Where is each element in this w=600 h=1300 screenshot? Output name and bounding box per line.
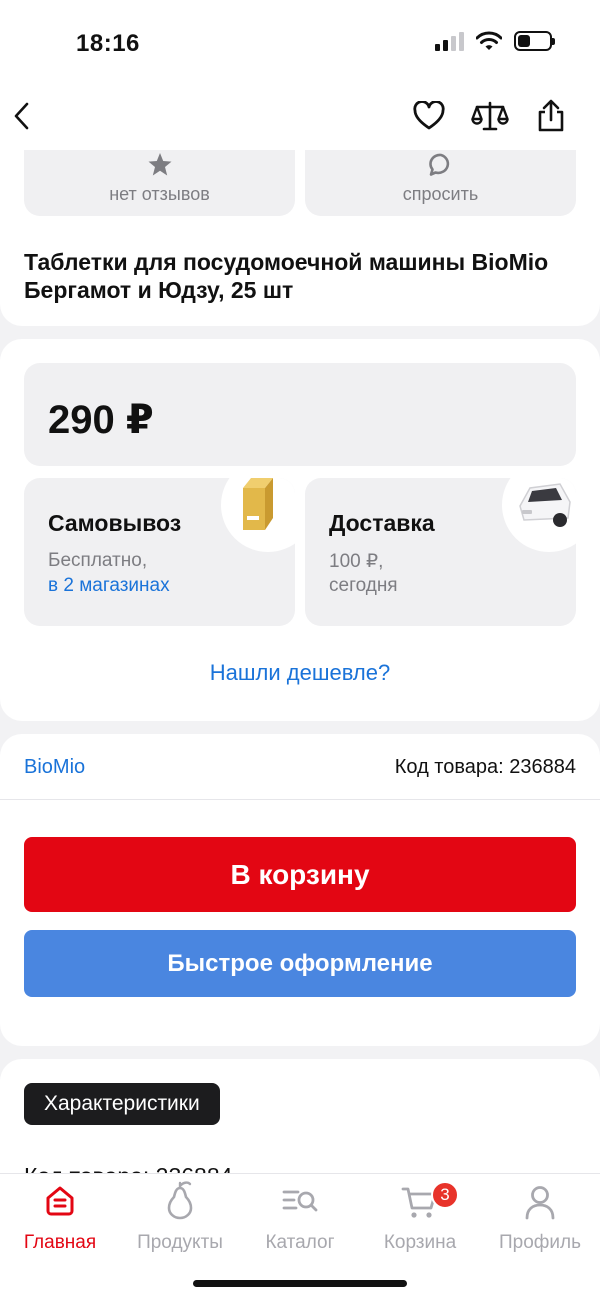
- cart-count-badge: 3: [431, 1181, 459, 1209]
- tab-cart[interactable]: 3 Корзина: [360, 1181, 480, 1253]
- pickup-tile[interactable]: Самовывоз Бесплатно, в 2 магазинах: [24, 478, 295, 626]
- battery-icon: [514, 31, 555, 51]
- tab-profile-label: Профиль: [498, 1232, 582, 1253]
- back-button[interactable]: [0, 94, 44, 138]
- tab-characteristics[interactable]: Характеристики: [24, 1083, 220, 1125]
- price-box: 290 ₽: [24, 363, 576, 466]
- chat-bubble-icon: [428, 153, 449, 176]
- pear-icon: [167, 1181, 193, 1220]
- profile-icon: [525, 1186, 555, 1220]
- reviews-tile[interactable]: нет отзывов: [24, 150, 295, 216]
- tab-products-label: Продукты: [137, 1232, 223, 1253]
- actions-card: В корзину Быстрое оформление: [0, 800, 600, 1046]
- pickup-price: Бесплатно,: [48, 550, 148, 571]
- tab-catalog-label: Каталог: [265, 1232, 335, 1253]
- status-time: 18:16: [76, 30, 140, 57]
- tab-catalog[interactable]: Каталог: [240, 1182, 360, 1253]
- share-button[interactable]: [529, 94, 573, 138]
- ask-tile[interactable]: спросить: [305, 150, 576, 216]
- pickup-illustration-bg: [221, 478, 295, 552]
- price-delivery-card: 290 ₽ Самовывоз Бесплатно, в 2 магазинах…: [0, 339, 600, 721]
- status-icons: [435, 31, 555, 51]
- delivery-date: сегодня: [329, 575, 398, 596]
- catalog-search-icon: [282, 1190, 318, 1212]
- share-icon: [538, 99, 564, 132]
- status-bar: 18:16: [0, 0, 600, 84]
- box-icon: [243, 478, 273, 530]
- delivery-title: Доставка: [329, 510, 435, 536]
- tab-home[interactable]: Главная: [0, 1182, 120, 1253]
- pickup-title: Самовывоз: [48, 510, 182, 536]
- home-icon: [46, 1186, 74, 1216]
- home-indicator: [193, 1280, 407, 1287]
- favorite-button[interactable]: [407, 94, 451, 138]
- delivery-illustration-bg: [502, 478, 576, 552]
- tab-cart-label: Корзина: [383, 1232, 457, 1253]
- nav-bar: [0, 84, 600, 150]
- found-cheaper-link[interactable]: Нашли дешевле?: [0, 660, 600, 686]
- pickup-stores-link[interactable]: в 2 магазинах: [48, 575, 170, 597]
- tab-products[interactable]: Продукты: [120, 1181, 240, 1253]
- wifi-icon: [476, 31, 502, 50]
- product-header-card: нет отзывов спросить Таблетки для посудо…: [0, 150, 600, 326]
- ask-label: спросить: [402, 184, 479, 204]
- tab-profile[interactable]: Профиль: [480, 1182, 600, 1253]
- heart-icon: [413, 101, 445, 130]
- add-to-cart-button[interactable]: В корзину: [24, 837, 576, 912]
- delivery-price: 100 ₽,: [329, 551, 384, 572]
- chevron-left-icon: [14, 102, 29, 130]
- tab-home-label: Главная: [23, 1232, 97, 1253]
- brand-link[interactable]: BioMio: [24, 756, 85, 779]
- delivery-tile[interactable]: Доставка 100 ₽, сегодня: [305, 478, 576, 626]
- reviews-label: нет отзывов: [109, 184, 210, 204]
- sku-label: Код товара: 236884: [394, 756, 576, 778]
- price: 290 ₽: [48, 398, 154, 442]
- compare-button[interactable]: [468, 94, 512, 138]
- quick-checkout-button[interactable]: Быстрое оформление: [24, 930, 576, 997]
- car-icon: [519, 483, 571, 527]
- scales-icon: [471, 101, 509, 131]
- star-icon: [148, 153, 171, 176]
- product-title: Таблетки для посудомоечной машины BioMio…: [24, 249, 549, 303]
- brand-row: BioMio Код товара: 236884: [0, 734, 600, 800]
- cellular-signal-icon: [435, 31, 464, 51]
